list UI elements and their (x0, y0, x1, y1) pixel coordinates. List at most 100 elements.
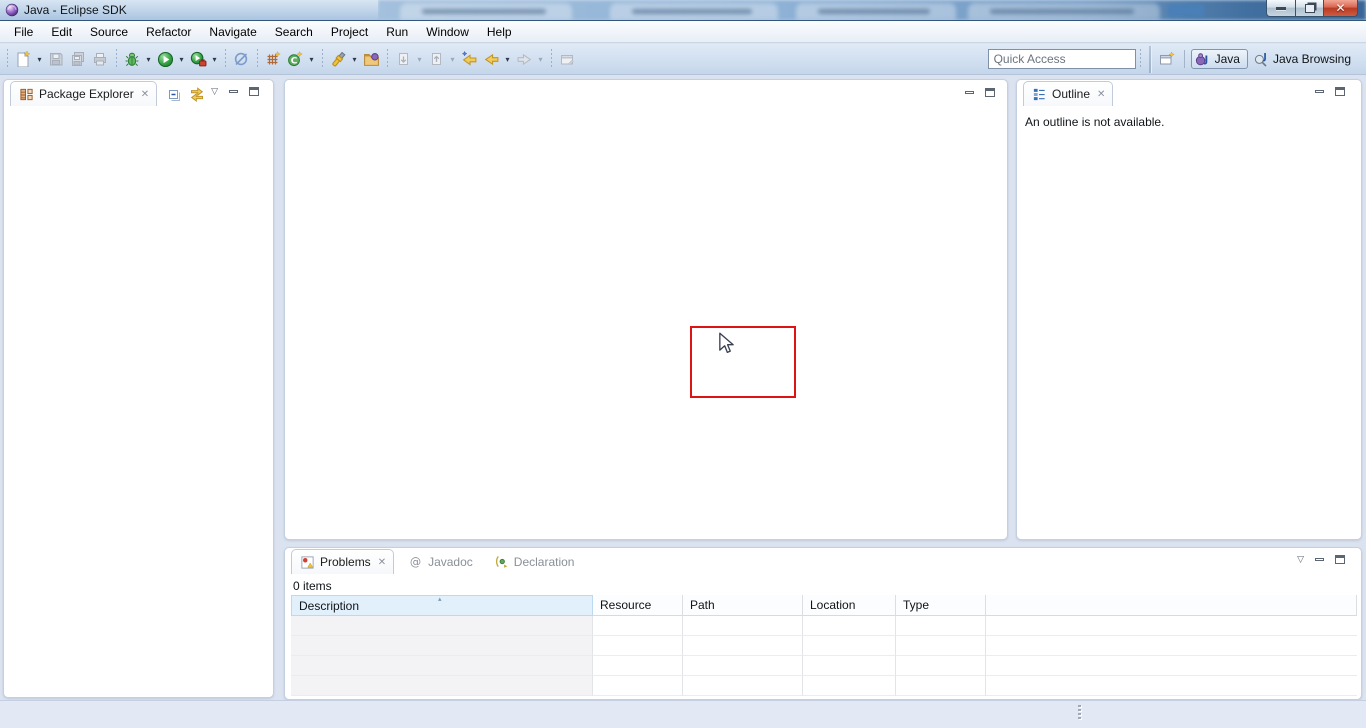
window-title: Java - Eclipse SDK (24, 3, 127, 17)
tab-outline[interactable]: Outline ✕ (1023, 81, 1113, 106)
menu-item-window[interactable]: Window (417, 21, 478, 43)
javadoc-icon: @ (408, 554, 423, 569)
previous-annotation-dropdown-arrow: ▾ (447, 48, 458, 70)
collapse-all-button[interactable] (167, 87, 183, 103)
close-button[interactable]: ✕ (1323, 0, 1358, 17)
new-java-class-dropdown-arrow[interactable]: ▾ (306, 48, 317, 70)
background-window-area (378, 0, 1366, 20)
menu-item-run[interactable]: Run (377, 21, 417, 43)
tab-label: Javadoc (428, 555, 473, 569)
external-tools-dropdown-arrow[interactable]: ▾ (209, 48, 220, 70)
minimize-view-icon[interactable] (229, 90, 238, 93)
save-icon (48, 51, 64, 67)
column-header-description[interactable]: ▴ Description (291, 595, 593, 616)
problems-table: ▴ Description Resource Path Location Typ… (291, 595, 1357, 696)
minimize-button[interactable] (1266, 0, 1296, 17)
close-tab-icon[interactable]: ✕ (1097, 89, 1105, 100)
column-header-path[interactable]: Path (683, 595, 803, 616)
back-button[interactable] (480, 48, 502, 70)
maximize-view-icon[interactable] (1335, 87, 1345, 96)
minimize-view-icon[interactable] (1315, 558, 1324, 561)
menu-item-help[interactable]: Help (478, 21, 521, 43)
back-dropdown-arrow[interactable]: ▾ (502, 48, 513, 70)
save-button (45, 48, 67, 70)
background-browser-tab (968, 3, 1160, 20)
maximize-view-icon[interactable] (1335, 555, 1345, 564)
new-button[interactable] (12, 48, 34, 70)
debug-dropdown-arrow[interactable]: ▾ (143, 48, 154, 70)
svg-text:@: @ (410, 555, 421, 568)
tab-package-explorer[interactable]: Package Explorer ✕ (10, 81, 157, 106)
tab-label: Declaration (514, 555, 575, 569)
open-perspective-button[interactable] (1156, 48, 1178, 70)
perspective-java-browsing-button[interactable]: J Java Browsing (1248, 50, 1356, 68)
menu-item-navigate[interactable]: Navigate (200, 21, 265, 43)
status-bar-grip[interactable] (1078, 705, 1081, 719)
tab-problems[interactable]: Problems ✕ (291, 549, 394, 574)
package-explorer-toolbar (167, 87, 205, 103)
new-java-project-icon (265, 51, 281, 67)
close-tab-icon[interactable]: ✕ (378, 557, 386, 568)
pin-editor-icon (559, 51, 575, 67)
menu-item-search[interactable]: Search (266, 21, 322, 43)
perspective-java-browsing-label: Java Browsing (1273, 52, 1351, 66)
perspective-separator (1184, 50, 1185, 68)
skip-all-breakpoints-button[interactable] (230, 48, 252, 70)
tab-declaration[interactable]: Declaration (486, 549, 582, 574)
minimize-editor-icon[interactable] (965, 91, 974, 94)
column-header-type[interactable]: Type (896, 595, 986, 616)
toolbar-group-handle (256, 49, 258, 69)
new-java-project-button[interactable] (262, 48, 284, 70)
column-header-filler (986, 595, 1357, 616)
outline-header: Outline ✕ (1017, 80, 1361, 106)
search-dropdown-arrow[interactable]: ▾ (349, 48, 360, 70)
window-titlebar: Java - Eclipse SDK ✕ (0, 0, 1366, 21)
debug-button[interactable] (121, 48, 143, 70)
close-tab-icon[interactable]: ✕ (141, 89, 149, 100)
run-button[interactable] (154, 48, 176, 70)
quick-access-input[interactable] (988, 49, 1136, 69)
table-row (291, 656, 1357, 676)
new-java-class-icon: C (287, 51, 303, 67)
print-icon (92, 51, 108, 67)
menu-item-source[interactable]: Source (81, 21, 137, 43)
menu-item-edit[interactable]: Edit (42, 21, 81, 43)
toolbar-group-handle (224, 49, 226, 69)
previous-annotation-icon (428, 51, 444, 67)
search-button[interactable] (327, 48, 349, 70)
selection-rectangle (690, 326, 796, 398)
minimize-view-icon[interactable] (1315, 90, 1324, 93)
package-explorer-header: Package Explorer ✕ ▽ (4, 80, 273, 106)
restore-button[interactable] (1295, 0, 1324, 17)
next-annotation-icon (395, 51, 411, 67)
column-header-location[interactable]: Location (803, 595, 896, 616)
run-dropdown-arrow[interactable]: ▾ (176, 48, 187, 70)
tab-javadoc[interactable]: @ Javadoc (400, 549, 480, 574)
search-flashlight-icon (330, 51, 347, 68)
new-dropdown-arrow[interactable]: ▾ (34, 48, 45, 70)
open-type-button[interactable] (360, 48, 382, 70)
package-explorer-content[interactable] (4, 106, 273, 686)
maximize-editor-icon[interactable] (985, 88, 995, 97)
external-tools-button[interactable] (187, 48, 209, 70)
column-header-resource[interactable]: Resource (593, 595, 683, 616)
forward-dropdown-arrow: ▾ (535, 48, 546, 70)
editor-controls (965, 88, 995, 97)
editor-area[interactable] (284, 79, 1008, 540)
minimize-icon (1276, 7, 1286, 10)
maximize-view-icon[interactable] (249, 87, 259, 96)
link-with-editor-button[interactable] (189, 87, 205, 103)
perspective-java-button[interactable]: J Java (1191, 49, 1248, 69)
menu-item-refactor[interactable]: Refactor (137, 21, 200, 43)
print-button (89, 48, 111, 70)
forward-arrow-icon (516, 51, 533, 68)
table-row (291, 636, 1357, 656)
view-menu-icon[interactable]: ▽ (211, 87, 218, 96)
background-browser-tab (610, 3, 778, 20)
menu-item-project[interactable]: Project (322, 21, 377, 43)
view-menu-icon[interactable]: ▽ (1297, 555, 1304, 564)
new-java-class-button[interactable]: C (284, 48, 306, 70)
status-bar (0, 700, 1366, 728)
last-edit-location-button[interactable] (458, 48, 480, 70)
menu-item-file[interactable]: File (5, 21, 42, 43)
